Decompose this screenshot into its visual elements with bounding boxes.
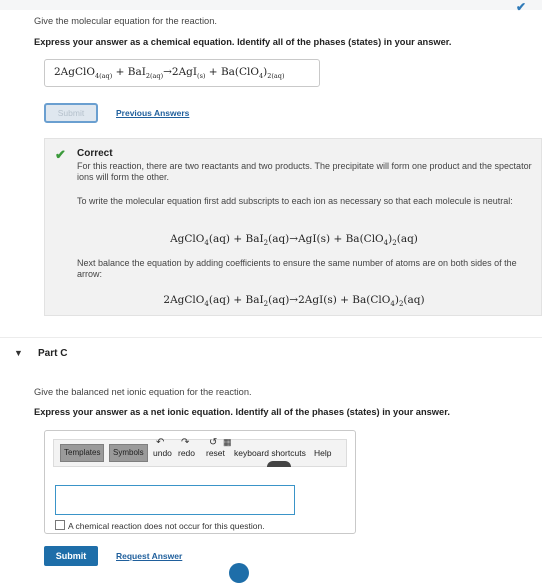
part-c-header[interactable] — [0, 338, 542, 372]
answer-input[interactable] — [55, 485, 295, 515]
feedback-equation-1: AgClO4(aq) + BaI2(aq)→AgI(s) + Ba(ClO4)2… — [170, 233, 418, 248]
previous-section-band — [0, 0, 542, 10]
correct-feedback-panel: ✔ Correct For this reaction, there are t… — [44, 138, 542, 316]
reset-icon[interactable]: ↺ — [209, 437, 217, 448]
feedback-paragraph-3: Next balance the equation by adding coef… — [77, 258, 517, 279]
feedback-paragraph-2: To write the molecular equation first ad… — [77, 196, 513, 206]
templates-button[interactable]: Templates — [60, 444, 105, 462]
part-b-instruction: Give the molecular equation for the reac… — [34, 16, 217, 26]
keyboard-icon[interactable]: ▦ — [223, 437, 232, 448]
part-c-bold-instruction: Express your answer as a net ionic equat… — [34, 407, 450, 417]
request-answer-link[interactable]: Request Answer — [116, 551, 182, 561]
correct-check-icon: ✔ — [55, 147, 66, 162]
caret-down-icon[interactable]: ▼ — [14, 348, 23, 358]
no-reaction-label: A chemical reaction does not occur for t… — [68, 521, 265, 531]
editor-toolbar: Templates Symbols ↶ undo ↷ redo ↺ reset … — [53, 437, 347, 467]
part-c-title[interactable]: Part C — [38, 348, 67, 359]
submit-button-disabled: Submit — [44, 103, 98, 123]
feedback-title: Correct — [77, 148, 113, 159]
help-bubble[interactable] — [229, 563, 249, 583]
symbols-button[interactable]: Symbols — [109, 444, 148, 462]
answer-editor: Templates Symbols ↶ undo ↷ redo ↺ reset … — [44, 430, 356, 534]
part-c-instruction: Give the balanced net ionic equation for… — [34, 387, 252, 397]
feedback-paragraph-1: For this reaction, there are two reactan… — [77, 161, 532, 182]
keyboard-shortcuts-button[interactable]: keyboard shortcuts — [234, 448, 306, 458]
undo-icon[interactable]: ↶ — [156, 437, 164, 448]
previous-answers-link[interactable]: Previous Answers — [116, 108, 189, 118]
redo-icon[interactable]: ↷ — [181, 437, 189, 448]
feedback-equation-2: 2AgClO4(aq) + BaI2(aq)→2AgI(s) + Ba(ClO4… — [163, 294, 425, 309]
submit-button[interactable]: Submit — [44, 546, 98, 566]
reset-button[interactable]: reset — [206, 448, 225, 458]
no-reaction-checkbox-row[interactable]: A chemical reaction does not occur for t… — [55, 520, 265, 531]
toolbar-scroll-handle — [267, 461, 291, 467]
checkmark-icon: ✔ — [515, 0, 526, 14]
no-reaction-checkbox[interactable] — [55, 520, 65, 530]
undo-button[interactable]: undo — [153, 448, 172, 458]
part-b-bold-instruction: Express your answer as a chemical equati… — [34, 37, 452, 47]
submitted-answer: 2AgClO4(aq) + BaI2(aq)→2AgI(s) + Ba(ClO4… — [44, 59, 320, 87]
redo-button[interactable]: redo — [178, 448, 195, 458]
help-button[interactable]: Help — [314, 448, 331, 458]
